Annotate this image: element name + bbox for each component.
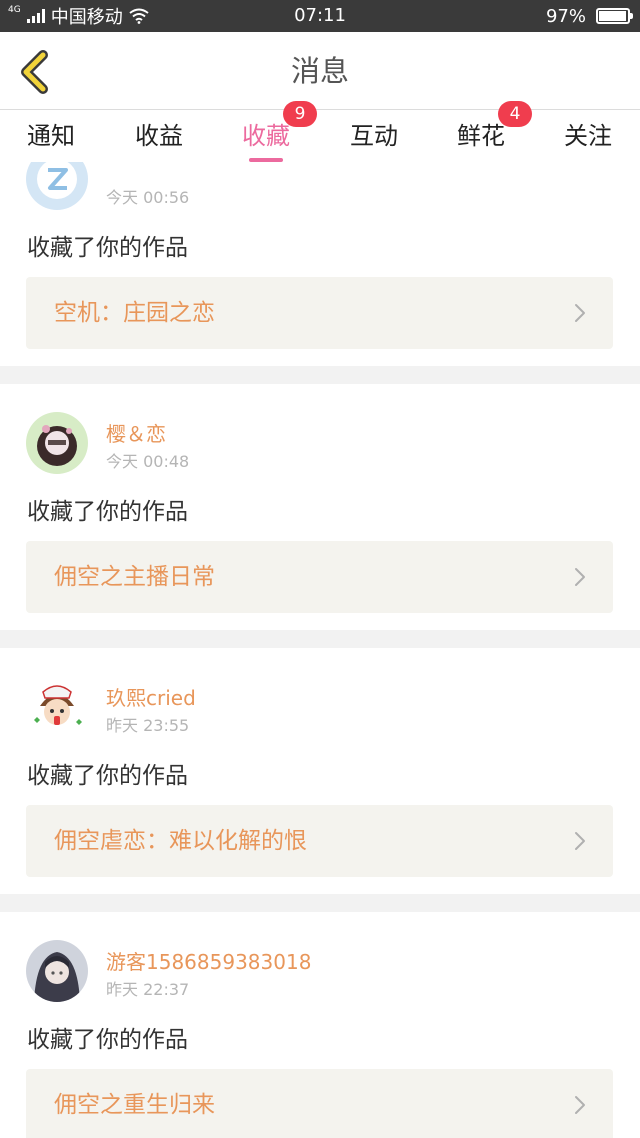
battery-level (599, 11, 626, 21)
avatar[interactable] (26, 412, 88, 474)
avatar[interactable] (26, 676, 88, 738)
avatar[interactable] (26, 940, 88, 1002)
tab-label: 互动 (350, 122, 398, 150)
work-title: 佣空之重生归来 (54, 1092, 215, 1118)
work-link[interactable]: 空机：庄园之恋 (26, 277, 613, 349)
message-time: 昨天 23:55 (106, 716, 190, 735)
tab-notifications[interactable]: 通知 (6, 110, 96, 162)
unread-badge: 4 (498, 101, 532, 127)
tab-label: 通知 (27, 122, 75, 150)
tab-flowers[interactable]: 鲜花 4 (436, 101, 532, 162)
username[interactable]: 樱＆恋 (106, 418, 166, 447)
page-title: 消息 (290, 54, 349, 88)
battery-icon (596, 8, 633, 24)
default-avatar-icon (26, 162, 88, 210)
tab-favorites[interactable]: 收藏 9 (221, 101, 317, 162)
navigation-bar: 消息 (0, 32, 640, 110)
message-card: 今天 00:56 收藏了你的作品 空机：庄园之恋 (0, 162, 640, 366)
work-title: 佣空虐恋：难以化解的恨 (54, 828, 307, 854)
status-right: 97% (545, 0, 633, 32)
chevron-right-icon (575, 568, 585, 586)
tab-bar: 通知 收益 收藏 9 互动 鲜花 4 关注 (0, 101, 640, 162)
action-text: 收藏了你的作品 (27, 1027, 188, 1053)
action-text: 收藏了你的作品 (27, 763, 188, 789)
message-time: 今天 00:56 (106, 188, 190, 207)
message-card: 游客1586859383018 昨天 22:37 收藏了你的作品 佣空之重生归来 (0, 912, 640, 1138)
work-link[interactable]: 佣空之重生归来 (26, 1069, 613, 1138)
work-link[interactable]: 佣空之主播日常 (26, 541, 613, 613)
tab-label: 收益 (135, 122, 183, 150)
work-title: 空机：庄园之恋 (54, 300, 215, 326)
chevron-right-icon (575, 304, 585, 322)
message-card: 樱＆恋 今天 00:48 收藏了你的作品 佣空之主播日常 (0, 384, 640, 630)
unread-badge: 9 (283, 101, 317, 127)
chevron-right-icon (575, 1096, 585, 1114)
status-bar: 4G 中国移动 07:11 97% (0, 0, 640, 32)
tab-earnings[interactable]: 收益 (114, 110, 204, 162)
message-list[interactable]: 今天 00:56 收藏了你的作品 空机：庄园之恋 樱＆恋 今天 00:48 收藏… (0, 162, 640, 1138)
action-text: 收藏了你的作品 (27, 235, 188, 261)
username[interactable]: 玖熙cried (106, 682, 196, 711)
message-time: 今天 00:48 (106, 452, 190, 471)
username[interactable]: 游客1586859383018 (106, 946, 311, 975)
tab-label: 收藏 (242, 122, 290, 150)
user-avatar (26, 412, 88, 474)
tab-label: 鲜花 (457, 122, 505, 150)
message-card: 玖熙cried 昨天 23:55 收藏了你的作品 佣空虐恋：难以化解的恨 (0, 648, 640, 894)
work-link[interactable]: 佣空虐恋：难以化解的恨 (26, 805, 613, 877)
status-time: 07:11 (294, 5, 346, 26)
work-title: 佣空之主播日常 (54, 564, 215, 590)
tab-following[interactable]: 关注 (543, 110, 633, 162)
chevron-right-icon (575, 832, 585, 850)
user-avatar (26, 676, 88, 738)
user-avatar (26, 940, 88, 1002)
message-time: 昨天 22:37 (106, 980, 190, 999)
avatar[interactable] (26, 162, 88, 210)
action-text: 收藏了你的作品 (27, 499, 188, 525)
tab-label: 关注 (564, 122, 612, 150)
tab-interactions[interactable]: 互动 (329, 110, 419, 162)
battery-percent: 97% (545, 5, 586, 27)
